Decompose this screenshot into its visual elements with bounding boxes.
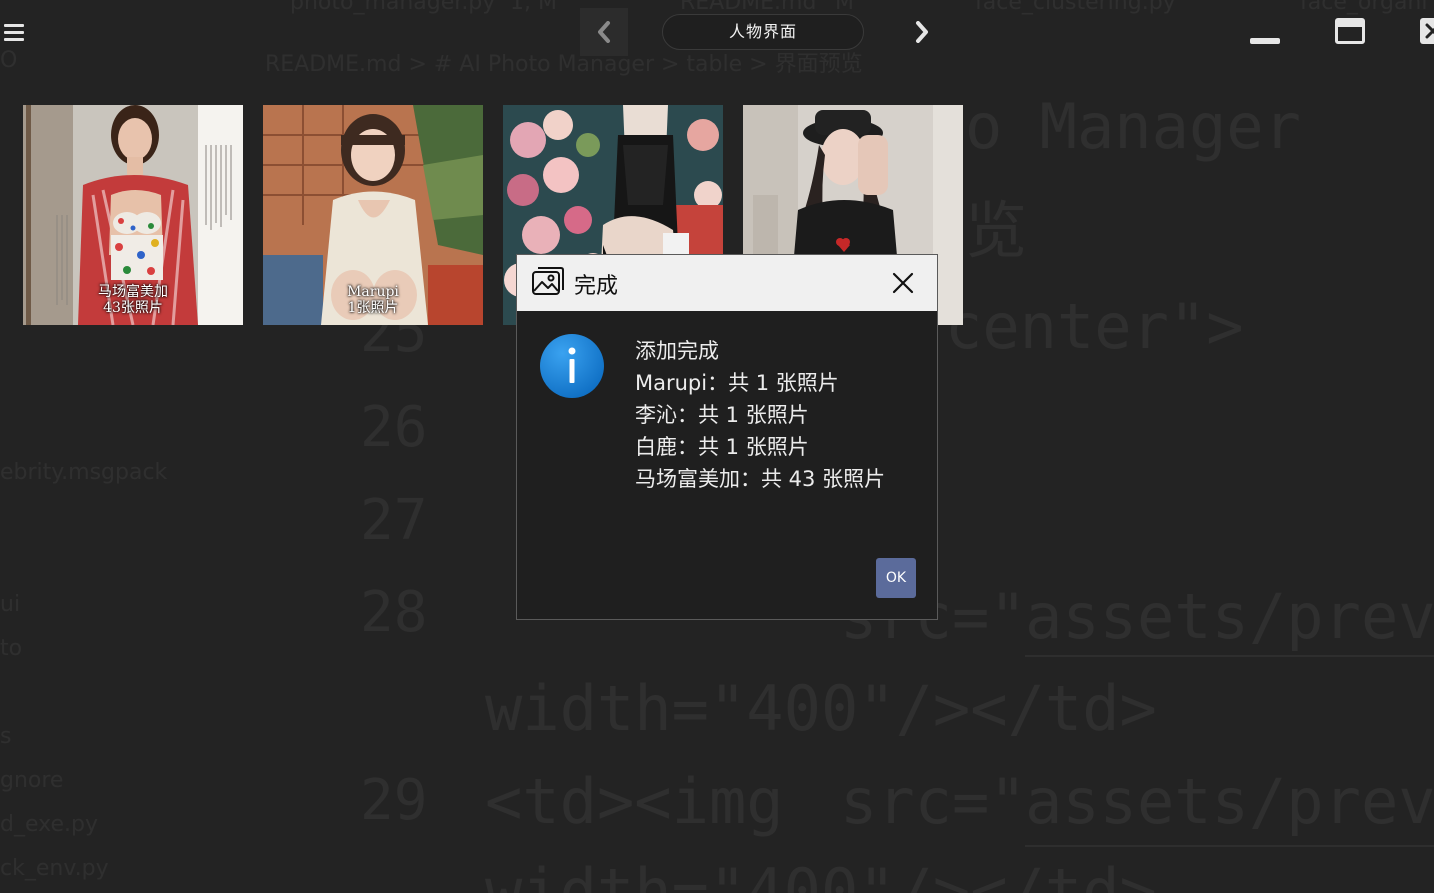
hamburger-menu-icon[interactable] [4,22,24,42]
prev-page-button[interactable] [580,8,628,56]
person-name: Marupi [347,284,399,300]
minimize-icon[interactable] [1250,36,1280,44]
info-icon [540,334,604,398]
bg-line-26: 26 [360,395,428,460]
bg-side-msgpack: ebrity.msgpack [0,460,168,485]
bg-heading-2: 览 [965,194,1028,267]
person-photo-count: 43张照片 [103,300,163,316]
chevron-right-icon [916,21,928,43]
bg-code-width-2: width="400"/></td> [485,855,1157,893]
app-window: photo_manager.py 1, M README.md M face_c… [0,0,1434,893]
dialog-message-line: 添加完成 [635,339,719,363]
bg-side-ui: ui [0,592,21,617]
bg-heading-1: o Manager [965,90,1301,163]
bg-code-assets-1: assets/prev [1025,580,1434,653]
bg-side-to: to [0,636,23,661]
bg-code-center: center"> [945,290,1244,363]
dialog-title: 完成 [574,274,619,299]
ok-button[interactable]: OK [876,558,916,598]
dialog-message-line: 马场富美加：共 43 张照片 [635,467,886,491]
person-name: 马场富美加 [98,284,168,300]
bg-code-td: <td><img [485,765,784,838]
maximize-icon[interactable] [1335,18,1365,44]
top-bar: 人物界面 [0,0,1434,66]
bg-side-s: s [0,724,12,749]
dialog-message: 添加完成 Marupi：共 1 张照片 李沁：共 1 张照片 白鹿：共 1 张照… [635,335,931,495]
page-title: 人物界面 [662,14,864,50]
close-icon[interactable] [891,271,915,295]
bg-side-env: ck_env.py [0,856,109,881]
bg-code-width-1: width="400"/></td> [485,672,1157,745]
dialog-titlebar: 完成 [517,255,937,311]
bg-underline-2 [1025,845,1434,847]
chevron-left-icon [598,21,610,43]
close-icon[interactable] [1420,18,1434,44]
bg-line-27: 27 [360,488,428,553]
dialog-message-line: Marupi：共 1 张照片 [635,371,839,395]
bg-line-29: 29 [360,768,428,833]
person-card[interactable]: Marupi 1张照片 [263,105,483,325]
dialog-message-line: 李沁：共 1 张照片 [635,403,809,427]
bg-side-gitignore: gnore [0,768,64,793]
next-page-button[interactable] [900,8,944,56]
person-photo-count: 1张照片 [347,300,399,316]
bg-side-exe: d_exe.py [0,812,98,837]
bg-line-28: 28 [360,580,428,645]
bg-underline-1 [1025,655,1434,657]
bg-code-assets-2: assets/prev [1025,765,1434,838]
dialog-message-line: 白鹿：共 1 张照片 [635,435,809,459]
person-card[interactable]: 马场富美加 43张照片 [23,105,243,325]
bg-code-src-2: src=" [840,765,1027,838]
image-icon [532,267,564,295]
completion-dialog: 完成 添加完成 Marupi：共 1 张照片 李沁：共 1 张照片 白鹿：共 1… [516,254,938,620]
